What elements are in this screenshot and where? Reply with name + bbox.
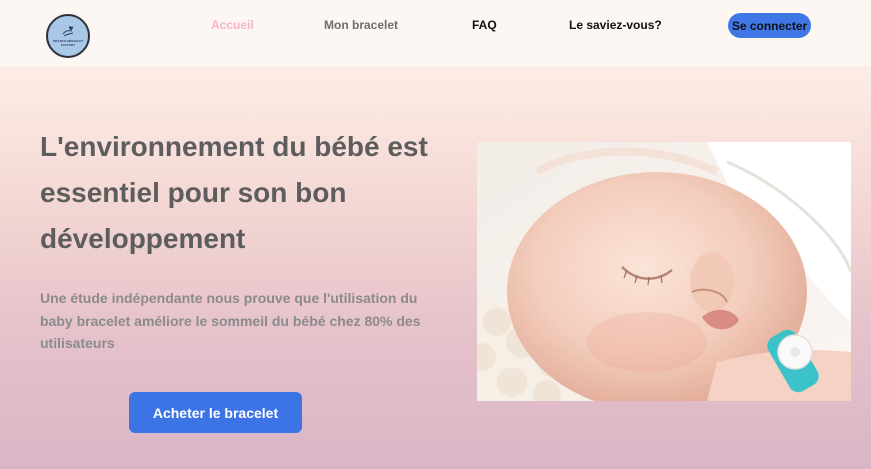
logo[interactable]: INFANTS BRACELET FACTORY bbox=[46, 14, 90, 58]
nav-link-faq[interactable]: FAQ bbox=[472, 18, 497, 32]
top-navbar: INFANTS BRACELET FACTORY Accueil Mon bra… bbox=[0, 0, 871, 66]
hero-subtitle: Une étude indépendante nous prouve que l… bbox=[40, 290, 421, 351]
nav-link-le-saviez-vous[interactable]: Le saviez-vous? bbox=[569, 18, 662, 32]
login-button[interactable]: Se connecter bbox=[728, 13, 811, 38]
buy-bracelet-button[interactable]: Acheter le bracelet bbox=[129, 392, 302, 433]
sleeping-baby-image bbox=[477, 142, 851, 401]
nav-link-accueil[interactable]: Accueil bbox=[211, 18, 254, 32]
nav-link-mon-bracelet[interactable]: Mon bracelet bbox=[324, 18, 398, 32]
logo-subtext: FACTORY bbox=[60, 43, 76, 47]
hero-image bbox=[477, 142, 851, 401]
hero-title: L'environnement du bébé est essentiel po… bbox=[40, 131, 428, 254]
hand-heart-icon bbox=[62, 26, 74, 37]
